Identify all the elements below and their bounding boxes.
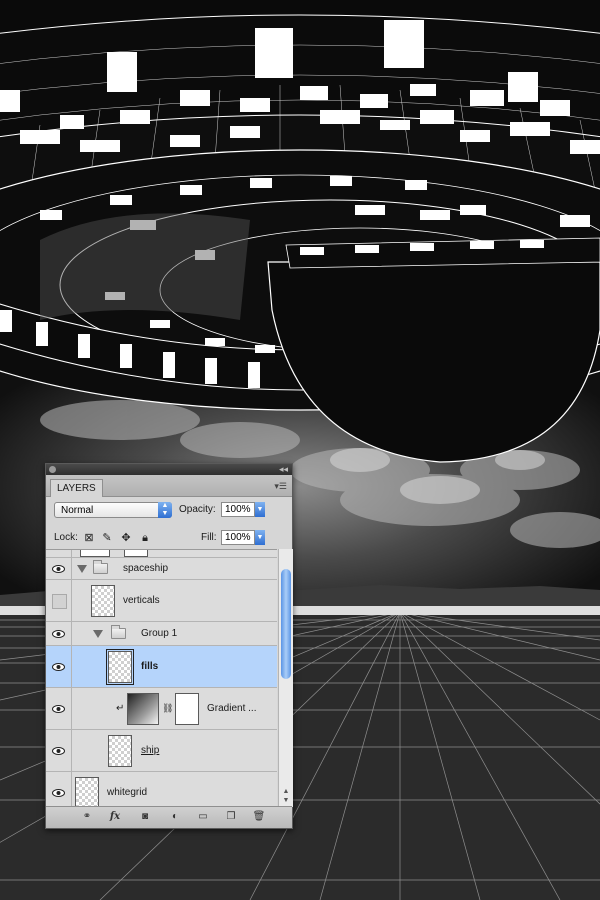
layer-name[interactable]: Group 1 bbox=[141, 628, 177, 640]
layer-mask-thumbnail bbox=[175, 692, 199, 725]
scroll-arrows-icon[interactable]: ▲ ▼ bbox=[281, 787, 291, 805]
visibility-eye-icon[interactable] bbox=[46, 730, 72, 771]
fill-label: Fill: bbox=[201, 532, 217, 543]
opacity-label: Opacity: bbox=[179, 504, 216, 515]
layer-name[interactable]: fills bbox=[141, 661, 158, 673]
add-mask-icon[interactable]: ◙ bbox=[138, 810, 152, 824]
trash-icon[interactable]: 🗑︎ bbox=[252, 810, 266, 824]
fill-input[interactable]: 100% ▼ bbox=[221, 530, 265, 545]
clipping-arrow-icon: ↵ bbox=[116, 702, 125, 714]
close-panel-icon[interactable] bbox=[49, 466, 56, 473]
link-chain-icon[interactable]: ⛓ bbox=[162, 703, 173, 714]
visibility-eye-icon[interactable] bbox=[46, 558, 72, 579]
gradient-thumbnail bbox=[127, 692, 159, 725]
layer-thumbnail bbox=[91, 584, 115, 617]
expand-triangle-icon[interactable] bbox=[93, 629, 103, 638]
layers-scrollbar[interactable]: ▲ ▼ bbox=[278, 549, 293, 807]
panel-menu-icon[interactable]: ▾☰ bbox=[274, 481, 287, 492]
chevron-down-icon[interactable]: ▼ bbox=[255, 530, 265, 545]
chevron-updown-icon: ▲ ▼ bbox=[158, 502, 172, 518]
folder-icon bbox=[93, 559, 108, 574]
spaceship bbox=[0, 0, 600, 463]
fill-value: 100% bbox=[225, 532, 251, 543]
opacity-value: 100% bbox=[225, 504, 251, 515]
panel-tabs: LAYERS ▾☰ bbox=[46, 475, 292, 497]
layer-row-verticals[interactable]: verticals bbox=[46, 580, 277, 622]
collapse-panel-icon[interactable]: ◂◂ bbox=[279, 464, 288, 475]
layer-row-whitegrid[interactable]: whitegrid bbox=[46, 772, 277, 808]
layer-thumbnail bbox=[80, 550, 110, 557]
new-group-icon[interactable]: ▭ bbox=[196, 810, 210, 824]
visibility-eye-icon[interactable] bbox=[46, 772, 72, 808]
tab-layers[interactable]: LAYERS bbox=[50, 479, 103, 497]
scrollbar-thumb[interactable] bbox=[281, 569, 291, 679]
layer-row-gradient[interactable]: ↵ ⛓ Gradient ... bbox=[46, 688, 277, 730]
layer-thumbnail bbox=[106, 648, 134, 685]
chevron-down-icon[interactable]: ▼ bbox=[255, 502, 265, 517]
layer-name[interactable]: ship bbox=[141, 745, 159, 757]
layer-name[interactable]: verticals bbox=[123, 595, 160, 607]
link-icon[interactable]: ⚭ bbox=[80, 810, 94, 824]
lock-label: Lock: bbox=[54, 532, 78, 543]
expand-triangle-icon[interactable] bbox=[77, 564, 87, 573]
visibility-eye-icon[interactable] bbox=[46, 622, 72, 645]
opacity-input[interactable]: 100% ▼ bbox=[221, 502, 265, 517]
layer-name[interactable]: whitegrid bbox=[107, 787, 147, 799]
layer-name[interactable]: spaceship bbox=[123, 563, 168, 575]
blend-mode-select[interactable]: Normal ▲ ▼ bbox=[54, 502, 172, 518]
layer-thumbnail bbox=[75, 776, 99, 808]
layer-mask-thumbnail bbox=[124, 550, 148, 557]
adjustment-layer-icon[interactable]: ◐ bbox=[168, 810, 182, 824]
panel-bottom-toolbar: ⚭ fx ◙ ◐ ▭ ❐ 🗑︎ bbox=[46, 806, 292, 828]
folder-icon bbox=[111, 624, 126, 639]
layers-list: spaceship verticals Group 1 fills ↵ ⛓ Gr… bbox=[46, 549, 277, 808]
visibility-toggle[interactable] bbox=[46, 550, 72, 557]
layer-row-spaceship[interactable]: spaceship bbox=[46, 558, 277, 580]
blend-mode-value: Normal bbox=[61, 505, 94, 516]
fx-icon[interactable]: fx bbox=[108, 810, 122, 824]
layer-row-group-1[interactable]: Group 1 bbox=[46, 622, 277, 646]
layer-thumbnail bbox=[108, 734, 132, 767]
layers-panel: ◂◂ LAYERS ▾☰ Normal ▲ ▼ Opacity: 100% ▼ L… bbox=[45, 463, 293, 829]
visibility-eye-icon[interactable] bbox=[46, 688, 72, 729]
visibility-eye-icon[interactable] bbox=[46, 646, 72, 687]
lock-brush-icon[interactable]: ✎ bbox=[101, 532, 113, 544]
layer-row-ship[interactable]: ship bbox=[46, 730, 277, 772]
panel-titlebar[interactable]: ◂◂ bbox=[46, 464, 292, 475]
lock-transparency-icon[interactable]: ⊠ bbox=[83, 532, 95, 544]
lock-all-icon[interactable]: 🔒︎ bbox=[139, 532, 151, 544]
layer-row-partial[interactable] bbox=[46, 550, 277, 558]
layer-name[interactable]: Gradient ... bbox=[207, 703, 256, 715]
new-layer-icon[interactable]: ❐ bbox=[224, 810, 238, 824]
lock-move-icon[interactable]: ✥ bbox=[120, 532, 132, 544]
visibility-toggle-off[interactable] bbox=[46, 580, 72, 621]
layer-row-fills[interactable]: fills bbox=[46, 646, 277, 688]
